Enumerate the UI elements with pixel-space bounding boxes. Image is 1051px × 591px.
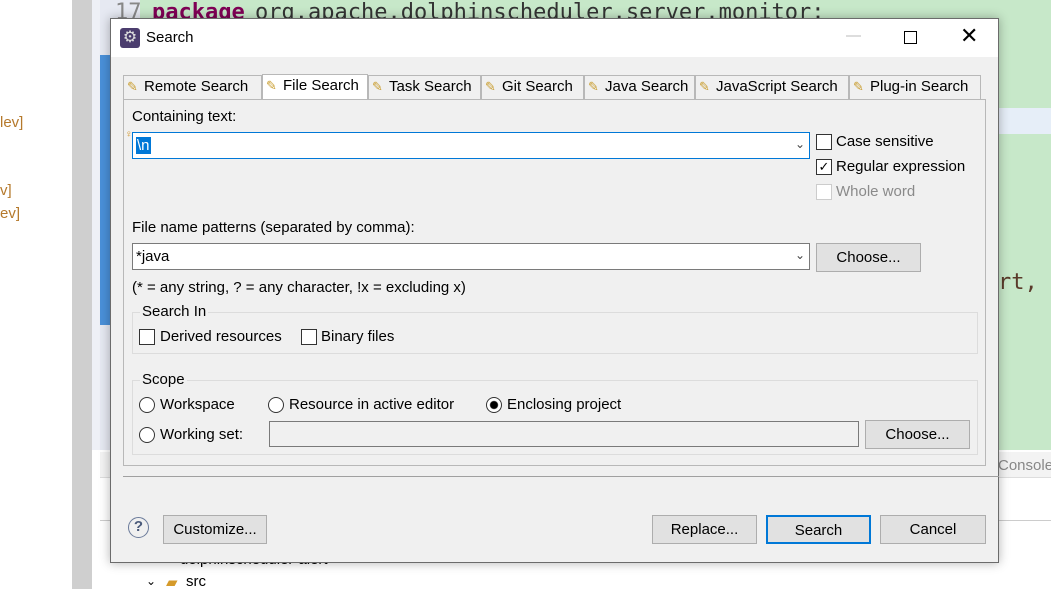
derived-resources-checkbox[interactable] xyxy=(139,329,155,345)
working-set-radio[interactable] xyxy=(139,427,155,443)
eclipse-icon: ⚙ xyxy=(120,28,140,48)
scope-title: Scope xyxy=(140,371,187,388)
tab-label: Java Search xyxy=(605,78,689,95)
input-value: \n xyxy=(136,137,151,154)
working-set-label: Working set: xyxy=(160,426,244,443)
scrollbar[interactable] xyxy=(72,0,92,589)
tab-file-search[interactable]: ✎ File Search xyxy=(262,74,368,101)
chevron-down-icon[interactable]: ⌄ xyxy=(146,574,156,588)
branch-label: v] xyxy=(0,182,12,199)
derived-resources-label: Derived resources xyxy=(160,328,282,345)
choose-working-set-button[interactable]: Choose... xyxy=(865,420,970,449)
search-icon: ✎ xyxy=(127,79,138,94)
package-explorer-panel: lev] v] ev] xyxy=(0,0,72,589)
dialog-title: Search xyxy=(146,29,194,46)
tab-label: Task Search xyxy=(389,78,472,95)
search-icon: ✎ xyxy=(588,79,599,94)
whole-word-label: Whole word xyxy=(836,183,916,200)
workspace-radio[interactable] xyxy=(139,397,155,413)
search-icon: ✎ xyxy=(372,79,383,94)
chevron-down-icon[interactable]: ⌄ xyxy=(795,137,805,151)
tab-label: JavaScript Search xyxy=(716,78,838,95)
chevron-down-icon[interactable]: ⌄ xyxy=(795,248,805,262)
tab-git-search[interactable]: ✎ Git Search xyxy=(481,75,584,100)
title-bar: ⚙ Search — ✕ xyxy=(111,19,998,57)
input-value: *java xyxy=(136,248,170,265)
regular-expression-label: Regular expression xyxy=(836,158,966,175)
minimize-button[interactable]: — xyxy=(846,27,861,44)
maximize-button[interactable] xyxy=(904,31,917,44)
containing-text-input[interactable]: \n ⌄ xyxy=(132,132,810,159)
tab-label: Remote Search xyxy=(144,78,249,95)
tab-remote-search[interactable]: ✎ Remote Search xyxy=(123,75,262,100)
search-icon: ✎ xyxy=(699,79,710,94)
search-icon: ✎ xyxy=(266,78,277,93)
code-fragment: rt, xyxy=(998,270,1038,295)
whole-word-checkbox[interactable] xyxy=(816,184,832,200)
tab-java-search[interactable]: ✎ Java Search xyxy=(584,75,695,100)
enclosing-project-label: Enclosing project xyxy=(507,396,622,413)
search-icon: ✎ xyxy=(485,79,496,94)
containing-text-label: Containing text: xyxy=(132,108,237,125)
patterns-hint: (* = any string, ? = any character, !x =… xyxy=(132,279,466,296)
workspace-label: Workspace xyxy=(160,396,235,413)
tab-label: File Search xyxy=(283,77,359,94)
search-button[interactable]: Search xyxy=(766,515,871,544)
cancel-button[interactable]: Cancel xyxy=(880,515,986,544)
current-line-highlight xyxy=(998,108,1051,134)
active-editor-label: Resource in active editor xyxy=(289,396,455,413)
tree-item-src[interactable]: src xyxy=(186,573,206,590)
tab-label: Plug-in Search xyxy=(870,78,969,95)
branch-label: ev] xyxy=(0,205,21,222)
binary-files-label: Binary files xyxy=(321,328,395,345)
tab-plugin-search[interactable]: ✎ Plug-in Search xyxy=(849,75,981,100)
file-patterns-input[interactable]: *java ⌄ xyxy=(132,243,810,270)
close-button[interactable]: ✕ xyxy=(960,23,978,49)
replace-button[interactable]: Replace... xyxy=(652,515,757,544)
help-icon[interactable]: ? xyxy=(128,517,149,538)
tab-task-search[interactable]: ✎ Task Search xyxy=(368,75,481,100)
search-in-title: Search In xyxy=(140,303,209,320)
branch-label: lev] xyxy=(0,114,24,131)
active-editor-radio[interactable] xyxy=(268,397,284,413)
choose-patterns-button[interactable]: Choose... xyxy=(816,243,921,272)
case-sensitive-checkbox[interactable] xyxy=(816,134,832,150)
customize-button[interactable]: Customize... xyxy=(163,515,267,544)
file-patterns-label: File name patterns (separated by comma): xyxy=(132,219,415,236)
case-sensitive-label: Case sensitive xyxy=(836,133,934,150)
change-marker xyxy=(100,55,110,325)
search-icon: ✎ xyxy=(853,79,864,94)
tab-javascript-search[interactable]: ✎ JavaScript Search xyxy=(695,75,849,100)
regular-expression-checkbox[interactable]: ✓ xyxy=(816,159,832,175)
working-set-input[interactable] xyxy=(269,421,859,447)
search-dialog: ⚙ Search — ✕ ✎ Remote Search ✎ File Search… xyxy=(110,18,999,563)
binary-files-checkbox[interactable] xyxy=(301,329,317,345)
tab-label: Git Search xyxy=(502,78,573,95)
folder-icon: ▰ xyxy=(166,574,178,591)
console-tab[interactable]: Console xyxy=(998,457,1051,474)
enclosing-project-radio[interactable] xyxy=(486,397,502,413)
file-search-page: Containing text: ♀ \n ⌄ Case sensitive ✓… xyxy=(123,99,986,466)
separator xyxy=(123,476,999,477)
